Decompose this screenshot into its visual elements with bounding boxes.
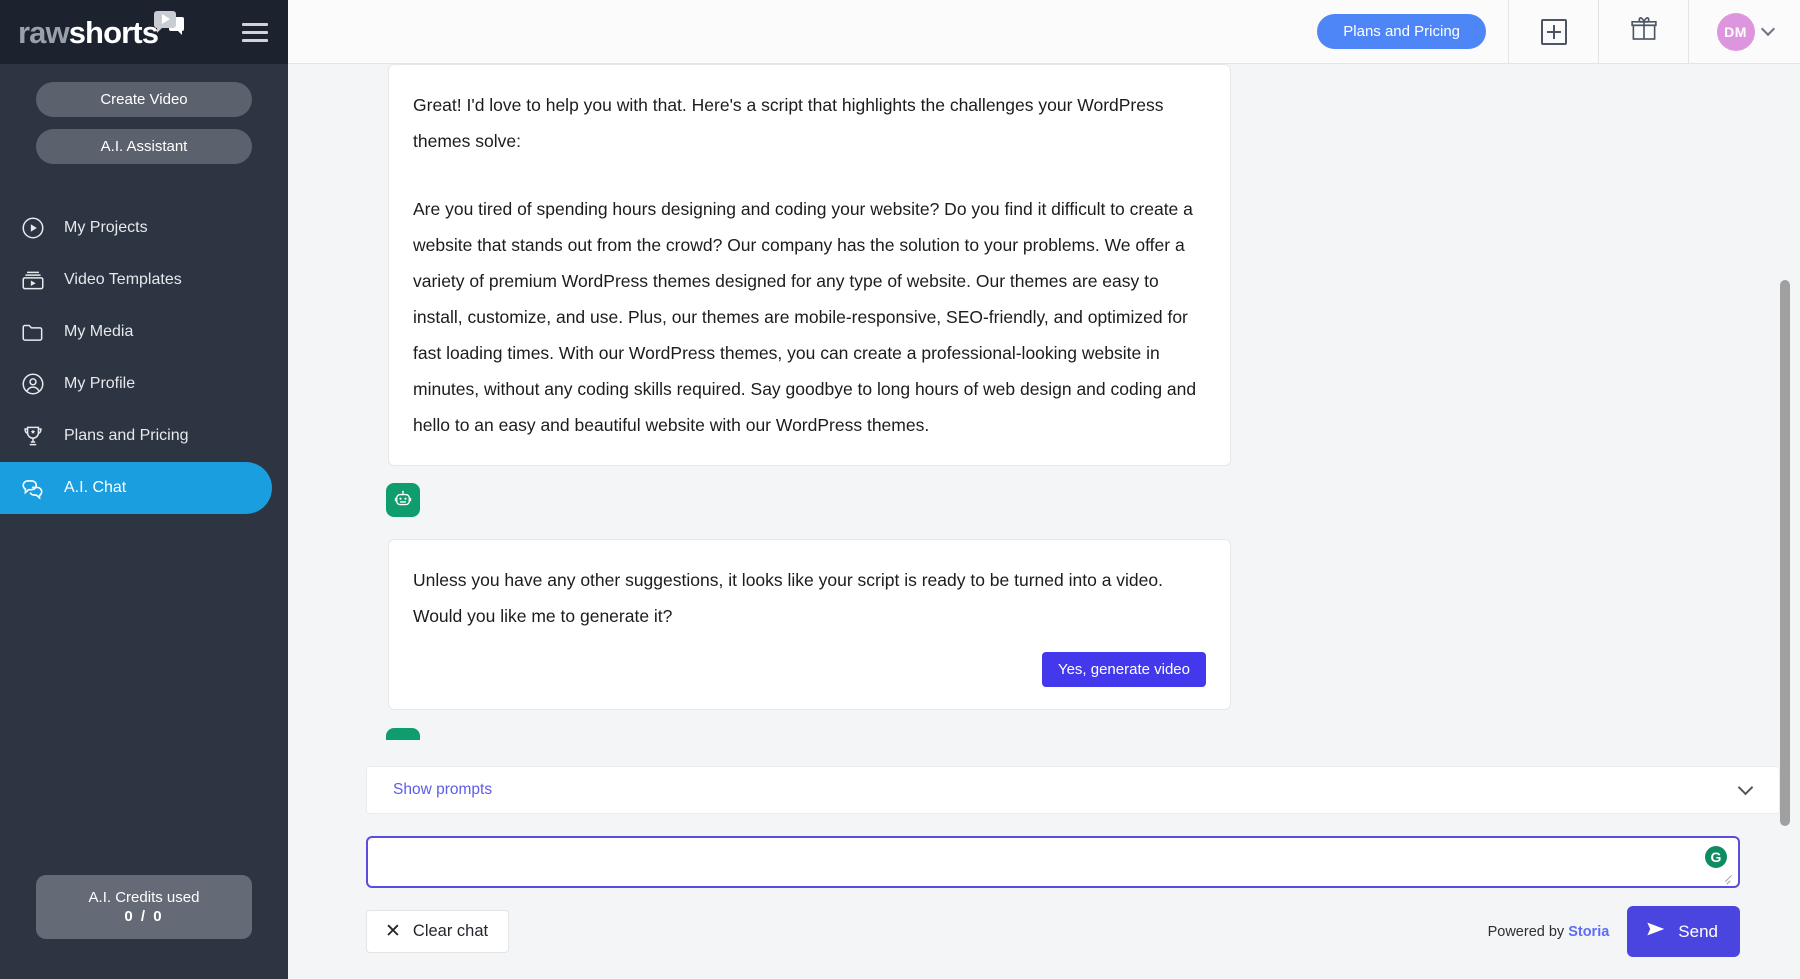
create-video-button[interactable]: Create Video	[36, 82, 252, 117]
chat-message-list: Great! I'd love to help you with that. H…	[288, 64, 1800, 819]
video-templates-icon	[18, 265, 48, 295]
rawshorts-logo[interactable]: raw shorts	[18, 17, 184, 48]
sidebar-item-label: Video Templates	[64, 271, 182, 289]
ai-credits-section: A.I. Credits used 0 / 0	[0, 875, 288, 979]
show-prompts-label: Show prompts	[393, 781, 492, 799]
robot-icon	[386, 483, 420, 517]
paragraph-spacer	[413, 159, 1206, 191]
chat-bottom-panel: Show prompts G ✕ Clear chat Powered by S…	[288, 766, 1800, 979]
robot-icon	[386, 728, 420, 740]
clear-chat-button[interactable]: ✕ Clear chat	[366, 910, 509, 953]
send-paper-plane-icon	[1645, 918, 1667, 945]
play-circle-icon	[18, 213, 48, 243]
avatar: DM	[1717, 13, 1755, 51]
trophy-icon	[18, 421, 48, 451]
user-menu[interactable]: DM	[1688, 0, 1800, 63]
plus-square-icon	[1541, 19, 1567, 45]
chat-scrollbar[interactable]	[1780, 72, 1790, 809]
send-label: Send	[1678, 922, 1718, 942]
sidebar-header: raw shorts	[0, 0, 288, 64]
generate-video-button[interactable]: Yes, generate video	[1042, 652, 1206, 687]
app-root: raw shorts Create Video A.I. Assistant	[0, 0, 1800, 979]
sidebar-item-my-profile[interactable]: My Profile	[0, 358, 272, 410]
chat-bubble-icon	[18, 473, 48, 503]
logo-text-raw: raw	[18, 17, 69, 48]
sidebar: raw shorts Create Video A.I. Assistant	[0, 0, 288, 979]
assistant-message-bubble: Great! I'd love to help you with that. H…	[388, 64, 1231, 466]
sidebar-item-label: A.I. Chat	[64, 479, 126, 497]
assistant-message-bubble: Unless you have any other suggestions, i…	[388, 539, 1231, 710]
sidebar-item-my-media[interactable]: My Media	[0, 306, 272, 358]
chat-message: Unless you have any other suggestions, i…	[288, 539, 1700, 710]
user-circle-icon	[18, 369, 48, 399]
close-x-icon: ✕	[385, 922, 401, 941]
sidebar-item-label: My Media	[64, 323, 133, 341]
chat-message: Great! I'd love to help you with that. H…	[288, 64, 1700, 466]
powered-by-prefix: Powered by	[1488, 924, 1569, 940]
sidebar-item-ai-chat[interactable]: A.I. Chat	[0, 462, 272, 514]
sidebar-action-buttons: Create Video A.I. Assistant	[0, 64, 288, 186]
ai-credits-title: A.I. Credits used	[36, 888, 252, 908]
chat-input[interactable]	[366, 836, 1740, 888]
sidebar-item-plans-and-pricing[interactable]: Plans and Pricing	[0, 410, 272, 462]
topbar: Plans and Pricing DM	[288, 0, 1800, 64]
storia-link[interactable]: Storia	[1568, 924, 1609, 940]
video-chat-bubble-icon	[154, 11, 184, 37]
sidebar-item-label: My Projects	[64, 219, 148, 237]
gift-button[interactable]	[1598, 0, 1688, 63]
sidebar-nav: My Projects Video Templates	[0, 202, 288, 514]
grammarly-icon[interactable]: G	[1705, 846, 1727, 868]
message-actions: Yes, generate video	[413, 652, 1206, 687]
logo-text-shorts: shorts	[69, 17, 158, 48]
chevron-down-icon	[1760, 22, 1774, 36]
chat-footer-right: Powered by Storia Send	[1488, 906, 1740, 957]
topbar-plans-wrap: Plans and Pricing	[1317, 0, 1508, 63]
clear-chat-label: Clear chat	[413, 922, 488, 941]
chat-area: Great! I'd love to help you with that. H…	[288, 64, 1800, 979]
folder-icon	[18, 317, 48, 347]
ai-assistant-button[interactable]: A.I. Assistant	[36, 129, 252, 164]
chat-input-wrap: G	[366, 836, 1740, 888]
main-content: Plans and Pricing DM	[288, 0, 1800, 979]
send-button[interactable]: Send	[1627, 906, 1740, 957]
sidebar-item-video-templates[interactable]: Video Templates	[0, 254, 272, 306]
ai-credits-value: 0 / 0	[36, 908, 252, 925]
powered-by-text: Powered by Storia	[1488, 924, 1610, 940]
show-prompts-toggle[interactable]: Show prompts	[366, 766, 1780, 814]
sidebar-item-label: Plans and Pricing	[64, 427, 189, 445]
gift-icon	[1629, 14, 1659, 49]
sidebar-item-my-projects[interactable]: My Projects	[0, 202, 272, 254]
plans-and-pricing-button[interactable]: Plans and Pricing	[1317, 14, 1486, 49]
message-paragraph: Unless you have any other suggestions, i…	[413, 562, 1206, 634]
chat-scrollbar-thumb[interactable]	[1780, 280, 1790, 826]
message-paragraph: Are you tired of spending hours designin…	[413, 191, 1206, 443]
chat-footer: ✕ Clear chat Powered by Storia Send	[366, 888, 1780, 979]
sidebar-item-label: My Profile	[64, 375, 135, 393]
add-new-button[interactable]	[1508, 0, 1598, 63]
ai-credits-card: A.I. Credits used 0 / 0	[36, 875, 252, 939]
hamburger-menu-icon[interactable]	[242, 18, 268, 47]
message-paragraph: Great! I'd love to help you with that. H…	[413, 87, 1206, 159]
chevron-down-icon	[1738, 779, 1754, 795]
